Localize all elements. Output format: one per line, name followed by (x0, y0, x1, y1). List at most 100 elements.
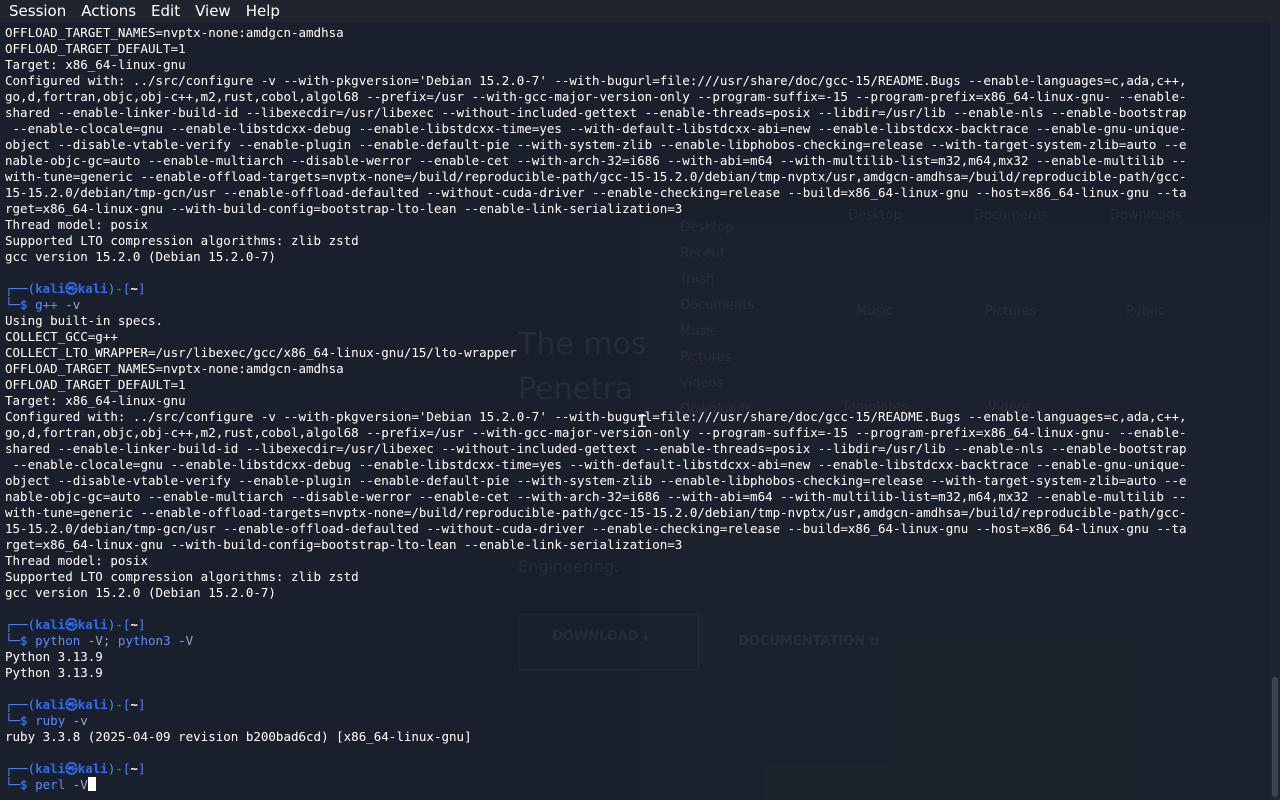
terminal-output[interactable]: The mos Penetra Engineering. DOWNLOAD ⤓ … (0, 22, 1270, 800)
prompt-open: ┌──( (5, 617, 36, 632)
prompt-close: ] (137, 761, 146, 776)
prompt-open: ┌──( (5, 697, 36, 712)
output-line: Thread model: posix (5, 553, 148, 568)
output-line: with-tune=generic --enable-offload-targe… (5, 169, 1187, 184)
prompt-close: ] (137, 281, 146, 296)
output-line: go,d,fortran,objc,obj-c++,m2,rust,cobol,… (5, 89, 1187, 104)
output-line: OFFLOAD_TARGET_DEFAULT=1 (5, 41, 186, 56)
prompt-line: ┌──(kali㉿kali)-[~] (5, 281, 1265, 297)
prompt-user: kali (35, 281, 66, 296)
menu-help[interactable]: Help (239, 0, 288, 22)
output-line: nable-objc-gc=auto --enable-multiarch --… (5, 153, 1187, 168)
prompt-at: ㉿ (65, 761, 78, 776)
output-line: with-tune=generic --enable-offload-targe… (5, 505, 1187, 520)
output-line: Configured with: ../src/configure -v --w… (5, 73, 1187, 88)
prompt-branch: └─ (5, 633, 21, 648)
output-line: shared --enable-linker-build-id --libexe… (5, 441, 1187, 456)
active-command-line[interactable]: └─$ perl -V (5, 777, 1265, 793)
output-line: COLLECT_GCC=g++ (5, 329, 118, 344)
menu-view[interactable]: View (188, 0, 239, 22)
command-args: -V; (80, 633, 118, 648)
command-name: g++ (35, 297, 58, 312)
prompt-mid: )-[ (107, 617, 131, 632)
command-name: python3 (117, 633, 171, 648)
output-block: Using built-in specs. COLLECT_GCC=g++ COLL… (5, 313, 1265, 601)
prompt-line: ┌──(kali㉿kali)-[~] (5, 761, 1265, 777)
output-line: Thread model: posix (5, 217, 148, 232)
output-line: rget=x86_64-linux-gnu --with-build-confi… (5, 537, 683, 552)
output-line: gcc version 15.2.0 (Debian 15.2.0-7) (5, 585, 276, 600)
command-name: perl (35, 777, 66, 792)
output-line: shared --enable-linker-build-id --libexe… (5, 105, 1187, 120)
output-line: ruby 3.3.8 (2025-04-09 revision b200bad6… (5, 729, 472, 744)
prompt-open: ┌──( (5, 761, 36, 776)
prompt-dir: ~ (130, 617, 138, 632)
prompt-close: ] (137, 617, 146, 632)
output-line: 15-15.2.0/debian/tmp-gcn/usr --enable-of… (5, 185, 1187, 200)
prompt-dir: ~ (130, 281, 138, 296)
command-args: -V (170, 633, 194, 648)
output-line: Target: x86_64-linux-gnu (5, 393, 186, 408)
command-args: -v (57, 297, 81, 312)
prompt-host: kali (77, 761, 108, 776)
output-line: OFFLOAD_TARGET_NAMES=nvptx-none:amdgcn-a… (5, 361, 344, 376)
prompt-branch: └─ (5, 297, 21, 312)
command-line: └─$ python -V; python3 -V (5, 633, 1265, 649)
prompt-mid: )-[ (107, 281, 131, 296)
text-cursor (87, 777, 96, 791)
prompt-line: ┌──(kali㉿kali)-[~] (5, 617, 1265, 633)
terminal-scrollbar[interactable] (1270, 22, 1280, 800)
scrollbar-thumb[interactable] (1272, 677, 1278, 797)
menu-actions[interactable]: Actions (74, 0, 144, 22)
prompt-line: ┌──(kali㉿kali)-[~] (5, 697, 1265, 713)
prompt-mid: )-[ (107, 761, 131, 776)
prompt-dir: ~ (130, 761, 138, 776)
prompt-host: kali (77, 281, 108, 296)
output-line: 15-15.2.0/debian/tmp-gcn/usr --enable-of… (5, 521, 1187, 536)
command-name: ruby (35, 713, 66, 728)
terminal-lines: OFFLOAD_TARGET_NAMES=nvptx-none:amdgcn-a… (5, 25, 1265, 793)
output-line: Supported LTO compression algorithms: zl… (5, 569, 359, 584)
output-block: Python 3.13.9 Python 3.13.9 (5, 649, 1265, 681)
output-line: Python 3.13.9 (5, 665, 103, 680)
output-line: nable-objc-gc=auto --enable-multiarch --… (5, 489, 1187, 504)
output-line: --enable-clocale=gnu --enable-libstdcxx-… (5, 121, 1187, 136)
menu-edit[interactable]: Edit (144, 0, 188, 22)
output-line: OFFLOAD_TARGET_NAMES=nvptx-none:amdgcn-a… (5, 25, 344, 40)
output-line: rget=x86_64-linux-gnu --with-build-confi… (5, 201, 683, 216)
output-line: Using built-in specs. (5, 313, 164, 328)
prompt-mid: )-[ (107, 697, 131, 712)
menu-session[interactable]: Session (2, 0, 74, 22)
prompt-dollar: $ (20, 297, 28, 312)
mouse-ibeam-cursor-icon: Ｉ (634, 412, 651, 431)
prompt-branch: └─ (5, 713, 21, 728)
prompt-dollar: $ (20, 777, 28, 792)
prompt-dollar: $ (20, 713, 28, 728)
command-args: -V (65, 777, 88, 792)
prompt-open: ┌──( (5, 281, 36, 296)
output-line: OFFLOAD_TARGET_DEFAULT=1 (5, 377, 186, 392)
prompt-at: ㉿ (65, 697, 78, 712)
prompt-user: kali (35, 617, 66, 632)
prompt-branch: └─ (5, 777, 21, 792)
menu-bar: Session Actions Edit View Help (0, 0, 1280, 22)
output-line: Supported LTO compression algorithms: zl… (5, 233, 359, 248)
command-name: python (35, 633, 81, 648)
output-block: ruby 3.3.8 (2025-04-09 revision b200bad6… (5, 729, 1265, 745)
prompt-host: kali (77, 617, 108, 632)
prompt-close: ] (137, 697, 146, 712)
prompt-user: kali (35, 697, 66, 712)
output-line: COLLECT_LTO_WRAPPER=/usr/libexec/gcc/x86… (5, 345, 517, 360)
output-line: --enable-clocale=gnu --enable-libstdcxx-… (5, 457, 1187, 472)
output-line: Python 3.13.9 (5, 649, 103, 664)
output-line: object --disable-vtable-verify --enable-… (5, 473, 1187, 488)
prompt-at: ㉿ (65, 617, 78, 632)
command-line: └─$ ruby -v (5, 713, 1265, 729)
output-line: Target: x86_64-linux-gnu (5, 57, 186, 72)
prompt-dollar: $ (20, 633, 28, 648)
prompt-dir: ~ (130, 697, 138, 712)
